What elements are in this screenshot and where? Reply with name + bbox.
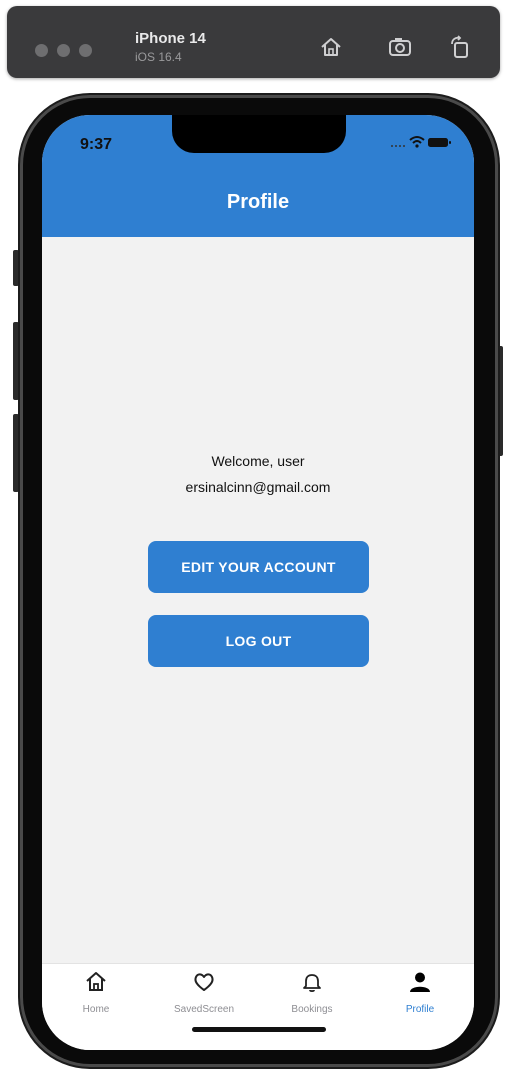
header-bar: 9:37 Profile [42,115,474,237]
status-icons [390,135,452,154]
tab-saved[interactable]: SavedScreen [150,964,258,1024]
tab-profile[interactable]: Profile [366,964,474,1024]
window-minimize-button[interactable] [57,44,70,57]
volume-down-button [13,414,19,492]
wifi-icon [409,136,425,148]
notch [172,115,346,153]
person-icon [410,972,430,992]
tab-label-saved: SavedScreen [173,1004,235,1015]
tab-label-profile: Profile [405,1004,435,1015]
volume-up-button [13,322,19,400]
window-zoom-button[interactable] [79,44,92,57]
tab-label-home: Home [82,1004,110,1015]
edit-account-button[interactable]: EDIT YOUR ACCOUNT [148,541,369,593]
device-name: iPhone 14 [135,30,206,47]
tab-bookings[interactable]: Bookings [258,964,366,1024]
page-title: Profile [226,191,290,213]
tab-home[interactable]: Home [42,964,150,1024]
welcome-text: Welcome, user [211,453,305,469]
action-button [13,250,19,286]
logout-button[interactable]: LOG OUT [148,615,369,667]
bell-icon [303,974,321,993]
home-indicator [192,1027,326,1032]
window-close-button[interactable] [35,44,48,57]
status-time: 9:37 [80,136,113,153]
tab-bar: Home SavedScreen Bookings Profile [42,963,474,1050]
battery-icon [428,138,451,147]
rotate-icon[interactable] [447,34,473,60]
tab-label-bookings: Bookings [291,1004,333,1015]
user-email: ersinalcinn@gmail.com [185,479,331,495]
home-icon [86,972,106,991]
os-version: iOS 16.4 [135,50,182,64]
screenshot-icon[interactable] [387,34,413,60]
heart-icon [194,973,214,991]
simulator-toolbar: iPhone 14 iOS 16.4 [7,6,500,78]
home-icon[interactable] [318,34,344,60]
app-screen: 9:37 Profile Welcome, user ersinalcinn@g… [42,115,474,1050]
